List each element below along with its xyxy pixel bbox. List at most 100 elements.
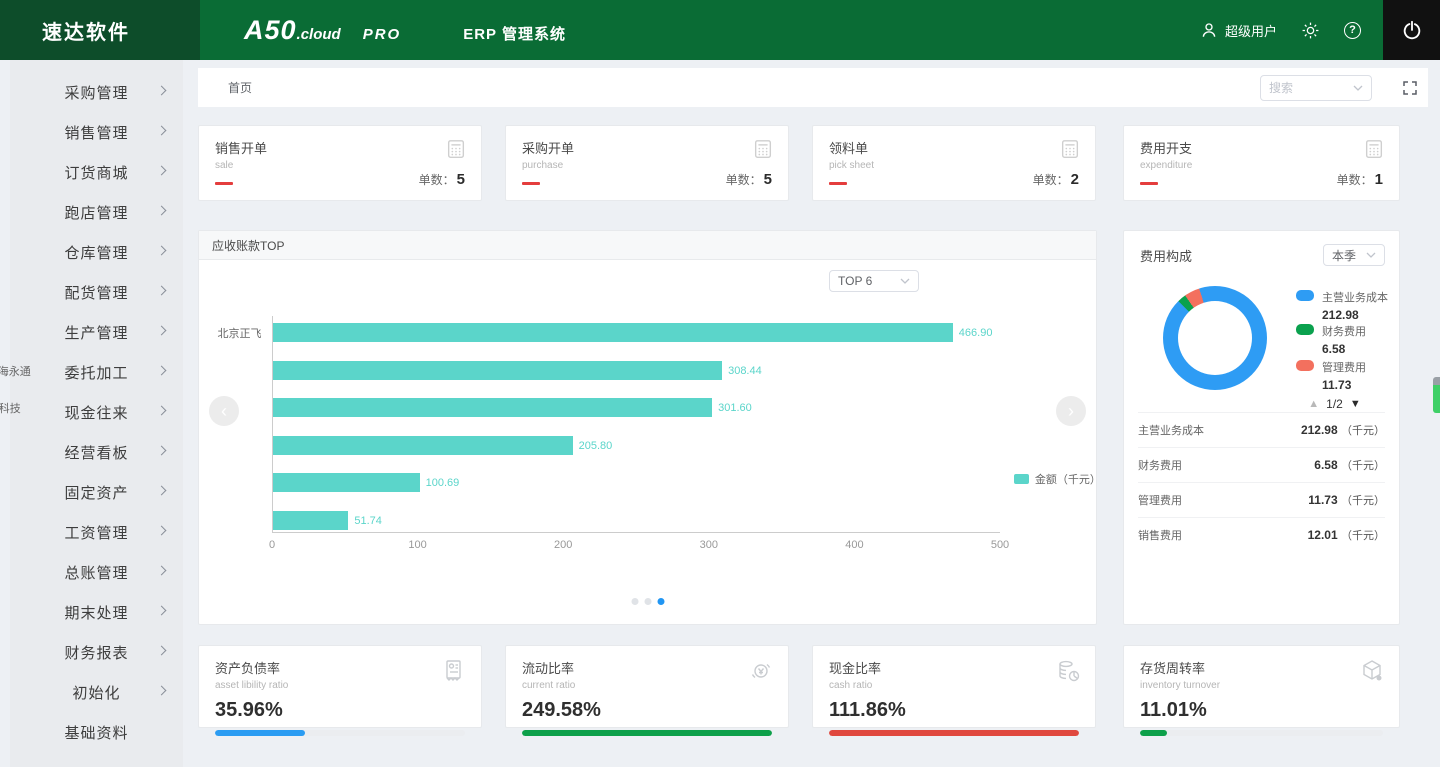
sidebar-item-business-dashboard[interactable]: 经营看板: [10, 432, 183, 472]
sidebar-item-production-mgmt[interactable]: 生产管理: [10, 312, 183, 352]
stat-title: 销售开单: [215, 141, 268, 156]
stat-card-sale[interactable]: 销售开单 sale 单数： 5: [198, 125, 482, 201]
sidebar-item-basic-data[interactable]: 基础资料: [10, 712, 183, 752]
bar[interactable]: [273, 436, 573, 455]
help-icon[interactable]: ?: [1344, 21, 1361, 39]
bar-category-label: 上海永通: [0, 365, 31, 378]
chevron-right-icon: [156, 285, 167, 296]
ratio-card-cash-ratio[interactable]: 现金比率 cash ratio 111.86%: [812, 645, 1096, 736]
red-dash: [215, 182, 233, 185]
side-widget-green: [1433, 385, 1440, 413]
stat-subtitle: sale: [215, 160, 234, 171]
progress-track: [829, 730, 1079, 736]
ratio-card-current-ratio[interactable]: 流动比率 current ratio 249.58%: [505, 645, 789, 736]
sidebar-nav: 采购管理 销售管理 订货商城 跑店管理 仓库管理 配货管理 生产管理 委托加工 …: [10, 60, 183, 767]
progress-fill: [215, 730, 305, 736]
settings-gear-icon[interactable]: [1301, 21, 1320, 40]
sidebar-item-sales-mgmt[interactable]: 销售管理: [10, 112, 183, 152]
chevron-right-icon: [156, 325, 167, 336]
bar-value: 51.74: [354, 514, 382, 527]
chevron-right-icon: [156, 85, 167, 96]
carousel-next-button[interactable]: ›: [1056, 396, 1086, 426]
stat-card-pick-sheet[interactable]: 领料单 pick sheet 单数： 2: [812, 125, 1096, 201]
chevron-right-icon: [156, 485, 167, 496]
calculator-icon: [1059, 138, 1081, 165]
bar-value: 100.69: [425, 476, 460, 489]
bar-chart-plot: 北京正飞 466.90 上海永通 308.44 洪海科技 301.60: [0, 316, 1000, 533]
stat-title: 采购开单: [522, 141, 575, 156]
stat-card-purchase[interactable]: 采购开单 purchase 单数： 5: [505, 125, 789, 201]
username[interactable]: 超级用户: [1225, 21, 1277, 40]
stat-cards-row: 销售开单 sale 单数： 5 采购开单 purchase 单数： 5 领料单 …: [198, 125, 1428, 201]
bar-value: 301.60: [718, 401, 752, 414]
ratio-value: 249.58%: [522, 699, 601, 721]
bar-category-label: 北京正飞: [217, 327, 262, 340]
x-axis-ticks: 0 100 200 300 400 500: [269, 539, 1009, 553]
bar[interactable]: [273, 361, 723, 380]
expense-list: 主营业务成本 212.98 （千元） 财务费用 6.58 （千元） 管理费用 1…: [1138, 412, 1385, 552]
ratio-card-asset-liability[interactable]: 资产负债率 asset libility ratio 35.96%: [198, 645, 482, 736]
sidebar-item-cash-flow[interactable]: 现金往来: [10, 392, 183, 432]
expense-list-row: 销售费用 12.01 （千元）: [1138, 517, 1385, 552]
pager-down-arrow[interactable]: ▼: [1350, 398, 1361, 410]
legend-value: 11.73: [1322, 378, 1352, 392]
breadcrumb-home[interactable]: 首页: [228, 79, 252, 96]
side-widget-tab[interactable]: [1433, 377, 1440, 413]
sidebar-item-distribution-mgmt[interactable]: 配货管理: [10, 272, 183, 312]
ratio-card-inventory-turnover[interactable]: 存货周转率 inventory turnover 11.01%: [1123, 645, 1400, 736]
red-dash: [522, 182, 540, 185]
bar-category-label: 洪海科技: [0, 402, 21, 415]
progress-track: [522, 730, 772, 736]
legend-label: 财务费用: [1322, 326, 1366, 338]
bar-row: 四海音像 100.69: [273, 473, 459, 492]
legend-value: 6.58: [1322, 342, 1346, 356]
red-dash: [829, 182, 847, 185]
x-tick: 500: [990, 539, 1010, 551]
sidebar-item-fixed-assets[interactable]: 固定资产: [10, 472, 183, 512]
stat-subtitle: purchase: [522, 160, 564, 171]
expense-composition-panel: 费用构成 本季 主营业务成本 212.98 财务费用 6.58 管理费用 11.…: [1123, 230, 1400, 625]
sidebar-item-purchase-mgmt[interactable]: 采购管理: [10, 72, 183, 112]
carousel-dot[interactable]: [644, 598, 651, 605]
pager-up-arrow[interactable]: ▲: [1308, 398, 1319, 410]
search-select[interactable]: 搜索: [1260, 74, 1372, 101]
bar-chart-legend: 金额（千元）: [1014, 471, 1101, 487]
sidebar-item-period-end[interactable]: 期末处理: [10, 592, 183, 632]
sidebar-item-initialization[interactable]: 初始化: [10, 672, 183, 712]
sidebar-item-outsourcing[interactable]: 委托加工: [10, 352, 183, 392]
period-select[interactable]: 本季: [1323, 244, 1385, 266]
expense-donut-chart[interactable]: [1163, 286, 1267, 390]
bar[interactable]: [273, 398, 713, 417]
carousel-prev-button[interactable]: ‹: [209, 396, 239, 426]
sidebar-item-financial-reports[interactable]: 财务报表: [10, 632, 183, 672]
logout-power-button[interactable]: [1383, 0, 1440, 60]
legend-swatch: [1014, 474, 1029, 484]
chevron-right-icon: [156, 205, 167, 216]
bar[interactable]: [273, 323, 953, 342]
sidebar-item-order-mall[interactable]: 订货商城: [10, 152, 183, 192]
sidebar-item-store-visit[interactable]: 跑店管理: [10, 192, 183, 232]
main-content: 首页 搜索 销售开单 sale 单数： 5 采购开单 purchase 单数： …: [0, 60, 1440, 767]
x-tick: 300: [699, 539, 718, 551]
stat-card-expenditure[interactable]: 费用开支 expenditure 单数： 1: [1123, 125, 1400, 201]
top-n-select[interactable]: TOP 6: [829, 270, 919, 292]
sidebar-item-payroll-mgmt[interactable]: 工资管理: [10, 512, 183, 552]
bar[interactable]: [273, 473, 420, 492]
fullscreen-icon[interactable]: [1402, 80, 1418, 96]
bar-row: 洪海科技 301.60: [0, 398, 752, 417]
header-actions: 超级用户 ?: [1200, 0, 1440, 60]
bar[interactable]: [273, 511, 349, 530]
bar-value: 466.90: [958, 326, 993, 339]
chevron-right-icon: [156, 605, 167, 616]
carousel-dot-active[interactable]: [657, 598, 664, 605]
yuan-coin-cycle-icon: [748, 658, 774, 689]
stat-subtitle: pick sheet: [829, 160, 875, 171]
legend-label: 管理费用: [1322, 362, 1366, 374]
bar-row: 海鑫贸易 205.80: [273, 436, 612, 455]
sidebar-item-warehouse-mgmt[interactable]: 仓库管理: [10, 232, 183, 272]
legend-swatch: [1296, 360, 1314, 371]
chevron-right-icon: [156, 125, 167, 136]
sidebar-item-general-ledger[interactable]: 总账管理: [10, 552, 183, 592]
bar-row: 上海永通 308.44: [0, 361, 762, 380]
carousel-dot[interactable]: [631, 598, 638, 605]
